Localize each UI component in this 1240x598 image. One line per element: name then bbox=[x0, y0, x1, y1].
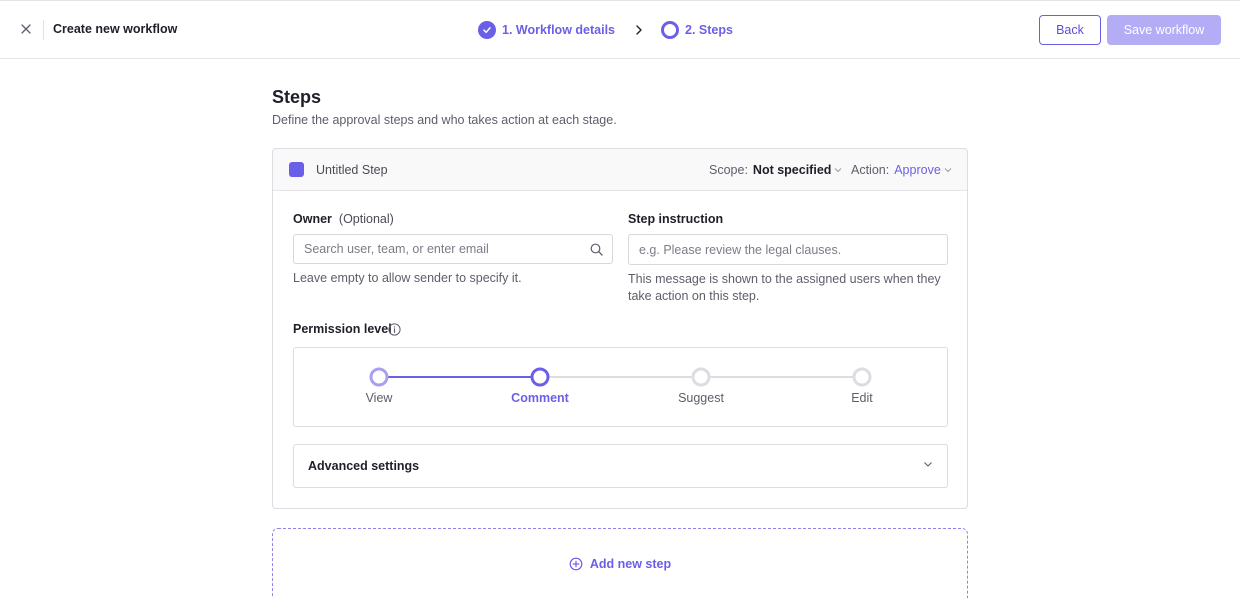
instruction-help-line-2: take action on this step. bbox=[628, 288, 760, 303]
workflow-stepper: 1. Workflow details 2. Steps bbox=[478, 20, 733, 40]
owner-help-text: Leave empty to allow sender to specify i… bbox=[293, 271, 522, 285]
step-completed-check-icon bbox=[478, 21, 496, 39]
action-label: Action: bbox=[851, 163, 890, 177]
permission-option-view-knob[interactable] bbox=[369, 367, 389, 387]
step-instruction-help-text: This message is shown to the assigned us… bbox=[628, 271, 941, 304]
step-current-ring-icon bbox=[661, 21, 679, 39]
permission-option-suggest-knob[interactable] bbox=[691, 367, 711, 387]
chevron-down-icon bbox=[834, 167, 842, 173]
add-circle-icon bbox=[569, 557, 583, 571]
section-subtitle: Define the approval steps and who takes … bbox=[272, 113, 617, 127]
action-value: Approve bbox=[894, 163, 941, 177]
instruction-help-line-1: This message is shown to the assigned us… bbox=[628, 272, 941, 286]
stepper-step-steps[interactable]: 2. Steps bbox=[685, 23, 733, 37]
step-card: Untitled Step Scope: Not specified Actio… bbox=[272, 148, 968, 509]
add-new-step-label: Add new step bbox=[589, 557, 672, 571]
permission-option-edit[interactable]: Edit bbox=[822, 391, 902, 405]
permission-track[interactable] bbox=[294, 348, 947, 426]
section-title: Steps bbox=[272, 87, 322, 107]
action-dropdown[interactable]: Action: Approve bbox=[851, 163, 952, 177]
top-bar: Create new workflow 1. Workflow details … bbox=[0, 0, 1240, 59]
chevron-down-icon bbox=[923, 461, 933, 468]
scope-label: Scope: bbox=[709, 163, 748, 177]
step-card-header: Untitled Step Scope: Not specified Actio… bbox=[273, 149, 967, 191]
step-instruction-input[interactable] bbox=[628, 234, 948, 265]
permission-option-comment[interactable]: Comment bbox=[500, 391, 580, 405]
step-instruction-label: Step instruction bbox=[628, 212, 724, 226]
permission-option-suggest[interactable]: Suggest bbox=[661, 391, 741, 405]
chevron-right-icon bbox=[635, 25, 643, 35]
owner-search-input[interactable] bbox=[293, 234, 613, 264]
permission-level-label: Permission level bbox=[293, 322, 392, 336]
add-new-step-content: Add new step bbox=[273, 557, 967, 571]
page-header-title: Create new workflow bbox=[53, 22, 178, 36]
search-icon[interactable] bbox=[588, 241, 604, 257]
permission-option-view[interactable]: View bbox=[339, 391, 419, 405]
step-color-swatch[interactable] bbox=[289, 162, 304, 177]
chevron-down-icon bbox=[944, 167, 952, 173]
scope-dropdown[interactable]: Scope: Not specified bbox=[709, 163, 842, 177]
close-icon bbox=[21, 24, 31, 34]
save-workflow-button[interactable]: Save workflow bbox=[1107, 15, 1221, 45]
owner-label-text: Owner bbox=[293, 212, 332, 226]
owner-optional-text: (Optional) bbox=[338, 212, 394, 226]
owner-label: Owner (Optional) bbox=[293, 212, 394, 226]
permission-option-comment-knob[interactable] bbox=[530, 367, 550, 387]
add-new-step-button[interactable]: Add new step bbox=[272, 528, 968, 598]
permission-level-slider: View Comment Suggest Edit bbox=[293, 347, 948, 427]
step-name[interactable]: Untitled Step bbox=[316, 163, 388, 177]
back-button[interactable]: Back bbox=[1039, 15, 1101, 45]
close-button[interactable] bbox=[16, 19, 36, 39]
info-icon[interactable] bbox=[387, 322, 401, 336]
advanced-settings-title: Advanced settings bbox=[308, 459, 420, 473]
header-divider bbox=[43, 20, 44, 40]
permission-option-edit-knob[interactable] bbox=[852, 367, 872, 387]
stepper-step-workflow-details[interactable]: 1. Workflow details bbox=[502, 23, 615, 37]
scope-value: Not specified bbox=[752, 163, 832, 177]
advanced-settings-accordion[interactable]: Advanced settings bbox=[293, 444, 948, 488]
